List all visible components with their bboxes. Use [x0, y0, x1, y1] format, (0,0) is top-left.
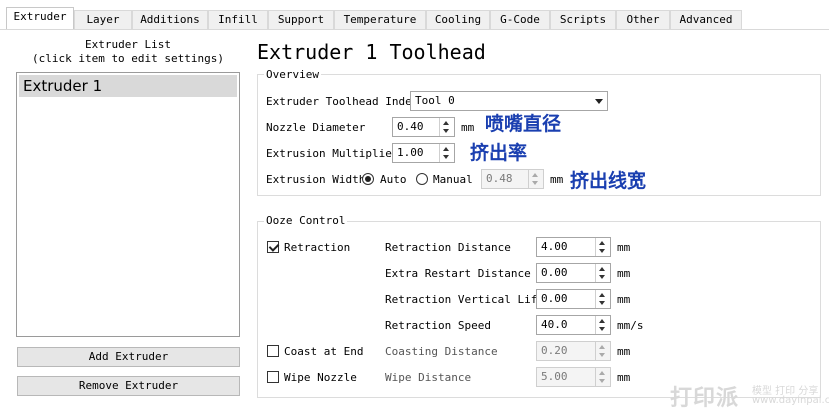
page-title: Extruder 1 Toolhead	[257, 40, 486, 64]
watermark-logo: 打印派 模型 打印 分享 www.dayinpai.com	[668, 378, 829, 411]
extruder-list-hint: (click item to edit settings)	[31, 52, 225, 65]
chevron-down-icon	[595, 99, 603, 104]
width-annotation: 挤出线宽	[570, 170, 647, 192]
extrusion-width-value: 0.48	[486, 172, 513, 185]
coast-at-end-checkbox[interactable]	[267, 345, 279, 357]
coast-at-end-label: Coast at End	[284, 345, 364, 358]
tab-extruder[interactable]: Extruder	[6, 7, 74, 30]
nozzle-annotation: 喷嘴直径	[485, 113, 562, 135]
remove-extruder-button[interactable]: Remove Extruder	[17, 376, 240, 396]
vertical-lift-value: 0.00	[541, 292, 568, 305]
spinner-arrows-icon[interactable]	[528, 170, 543, 188]
toolhead-index-label: Extruder Toolhead Index	[266, 95, 419, 108]
nozzle-diameter-spinner[interactable]: 0.40	[392, 117, 455, 137]
extrusion-multiplier-value: 1.00	[397, 146, 424, 159]
retraction-checkbox[interactable]	[267, 241, 280, 253]
tab-gcode[interactable]: G-Code	[490, 10, 550, 29]
toolhead-index-select[interactable]: Tool 0	[410, 91, 608, 111]
coasting-distance-label: Coasting Distance	[385, 345, 498, 358]
nozzle-diameter-label: Nozzle Diameter	[266, 121, 366, 134]
tab-additions[interactable]: Additions	[132, 10, 208, 29]
spinner-arrows-icon[interactable]	[595, 342, 610, 360]
width-auto-radio[interactable]	[362, 173, 374, 185]
tab-bar: Extruder Layer Additions Infill Support …	[0, 0, 829, 30]
wipe-nozzle-label: Wipe Nozzle	[284, 371, 357, 384]
watermark-text: 打印派	[670, 386, 740, 411]
extrusion-width-label: Extrusion Width	[266, 173, 366, 186]
ooze-control-group-title: Ooze Control	[264, 214, 348, 227]
width-manual-radio[interactable]	[416, 173, 428, 185]
checkmark-icon	[268, 241, 280, 252]
wipe-distance-value: 5.00	[541, 370, 568, 383]
overview-group-title: Overview	[264, 68, 321, 81]
extrusion-multiplier-label: Extrusion Multiplier	[266, 147, 399, 160]
vertical-lift-unit: mm	[617, 293, 631, 306]
retraction-distance-unit: mm	[617, 241, 631, 254]
extruder-list-title: Extruder List	[84, 38, 172, 51]
width-manual-label: Manual	[433, 173, 473, 186]
nozzle-unit: mm	[461, 121, 475, 134]
multiplier-annotation: 挤出率	[470, 142, 528, 164]
toolhead-index-value: Tool 0	[415, 94, 455, 107]
tab-divider	[0, 29, 829, 30]
vertical-lift-spinner[interactable]: 0.00	[536, 289, 611, 309]
tab-layer[interactable]: Layer	[74, 10, 132, 29]
retraction-distance-value: 4.00	[541, 240, 568, 253]
retraction-speed-label: Retraction Speed	[385, 319, 491, 332]
wipe-nozzle-checkbox[interactable]	[267, 371, 279, 383]
tab-other[interactable]: Other	[616, 10, 670, 29]
list-item-extruder-1[interactable]: Extruder 1	[19, 75, 237, 97]
retraction-distance-spinner[interactable]: 4.00	[536, 237, 611, 257]
wipe-distance-label: Wipe Distance	[385, 371, 472, 384]
spinner-arrows-icon[interactable]	[595, 368, 610, 386]
spinner-arrows-icon[interactable]	[595, 290, 610, 308]
coasting-distance-unit: mm	[617, 345, 631, 358]
add-extruder-button[interactable]: Add Extruder	[17, 347, 240, 367]
wipe-distance-spinner[interactable]: 5.00	[536, 367, 611, 387]
spinner-arrows-icon[interactable]	[439, 144, 454, 162]
extra-restart-value: 0.00	[541, 266, 568, 279]
retraction-speed-spinner[interactable]: 40.0	[536, 315, 611, 335]
tab-cooling[interactable]: Cooling	[426, 10, 490, 29]
watermark-url: www.dayinpai.com	[752, 395, 829, 406]
vertical-lift-label: Retraction Vertical Lift	[385, 293, 544, 306]
retraction-speed-value: 40.0	[541, 318, 568, 331]
spinner-arrows-icon[interactable]	[595, 264, 610, 282]
tab-infill[interactable]: Infill	[208, 10, 268, 29]
nozzle-diameter-value: 0.40	[397, 120, 424, 133]
extrusion-width-spinner[interactable]: 0.48	[481, 169, 544, 189]
spinner-arrows-icon[interactable]	[595, 238, 610, 256]
tab-scripts[interactable]: Scripts	[550, 10, 616, 29]
width-auto-label: Auto	[380, 173, 407, 186]
spinner-arrows-icon[interactable]	[595, 316, 610, 334]
retraction-distance-label: Retraction Distance	[385, 241, 511, 254]
tab-advanced[interactable]: Advanced	[670, 10, 742, 29]
coasting-distance-value: 0.20	[541, 344, 568, 357]
wipe-distance-unit: mm	[617, 371, 631, 384]
tab-temperature[interactable]: Temperature	[334, 10, 426, 29]
extra-restart-label: Extra Restart Distance	[385, 267, 531, 280]
tab-support[interactable]: Support	[268, 10, 334, 29]
width-unit: mm	[550, 173, 564, 186]
extrusion-multiplier-spinner[interactable]: 1.00	[392, 143, 455, 163]
extra-restart-spinner[interactable]: 0.00	[536, 263, 611, 283]
coasting-distance-spinner[interactable]: 0.20	[536, 341, 611, 361]
retraction-speed-unit: mm/s	[617, 319, 644, 332]
retraction-label: Retraction	[284, 241, 351, 254]
spinner-arrows-icon[interactable]	[439, 118, 454, 136]
extra-restart-unit: mm	[617, 267, 631, 280]
extruder-list[interactable]: Extruder 1	[16, 72, 240, 337]
